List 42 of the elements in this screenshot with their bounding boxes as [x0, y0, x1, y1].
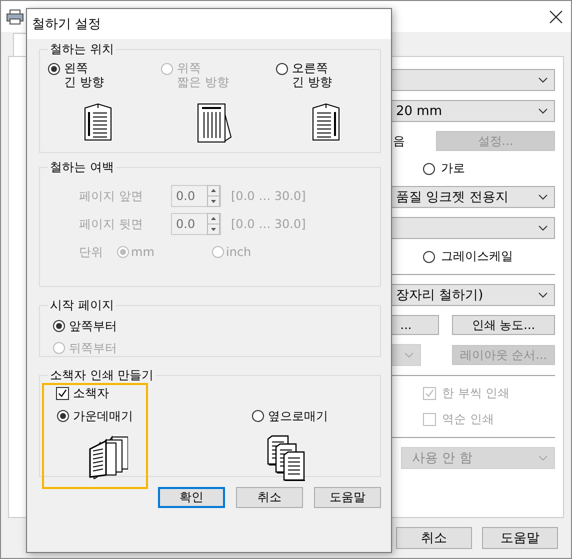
radio-label[interactable]: 가운데매기 [73, 408, 133, 425]
range-hint: [0.0 … 30.0] [231, 189, 306, 203]
dialog-button[interactable]: 취소 [236, 487, 303, 508]
radio-label[interactable]: 오른쪽 긴 방향 [292, 61, 332, 89]
radio-button[interactable] [53, 320, 65, 332]
group-title: 철하는 위치 [49, 41, 115, 58]
group-title: 철하는 여백 [49, 159, 115, 176]
option-label: 음 [393, 132, 405, 150]
radio-label[interactable]: 앞쪽부터 [69, 318, 117, 334]
checkbox[interactable] [56, 387, 69, 400]
spinner-arrows-icon[interactable] [207, 185, 220, 207]
close-icon[interactable] [549, 10, 563, 24]
field-label: 단위 [78, 244, 104, 260]
dialog-title: 철하기 설정 [32, 16, 102, 33]
dialog-button[interactable]: 도움말 [482, 527, 558, 549]
document-icon [84, 103, 112, 141]
document-stack-icon [267, 435, 307, 481]
dialog-button[interactable]: 확인 [158, 487, 225, 508]
document-icon [312, 103, 340, 141]
radio-button[interactable] [252, 410, 264, 422]
radio-button[interactable] [276, 63, 288, 75]
radio-label[interactable]: 가로 [441, 160, 465, 177]
document-icon [197, 103, 233, 143]
range-hint: [0.0 … 30.0] [231, 217, 306, 231]
radio-button[interactable] [423, 250, 435, 262]
radio-button[interactable] [423, 162, 435, 174]
radio-button[interactable] [57, 410, 69, 422]
group-title: 시작 페이지 [49, 297, 115, 314]
field-label: 페이지 뒷면 [78, 216, 144, 232]
booklet-stack-icon [88, 435, 128, 479]
dialog-button[interactable]: 도움말 [314, 487, 381, 508]
field-label: 페이지 앞면 [78, 188, 144, 204]
radio-button[interactable] [48, 63, 60, 75]
dialog-button[interactable]: 인쇄 농도... [452, 315, 555, 335]
checkbox-label[interactable]: 소책자 [73, 385, 109, 402]
group-title: 소책자 인쇄 만들기 [49, 367, 155, 384]
spinner-arrows-icon[interactable] [207, 213, 220, 235]
dialog-button[interactable]: 취소 [396, 527, 472, 549]
radio-label[interactable]: 옆으로매기 [268, 408, 328, 425]
printer-icon [6, 8, 24, 24]
radio-label[interactable]: 그레이스케일 [441, 248, 513, 265]
radio-label[interactable]: 왼쪽 긴 방향 [64, 61, 104, 89]
